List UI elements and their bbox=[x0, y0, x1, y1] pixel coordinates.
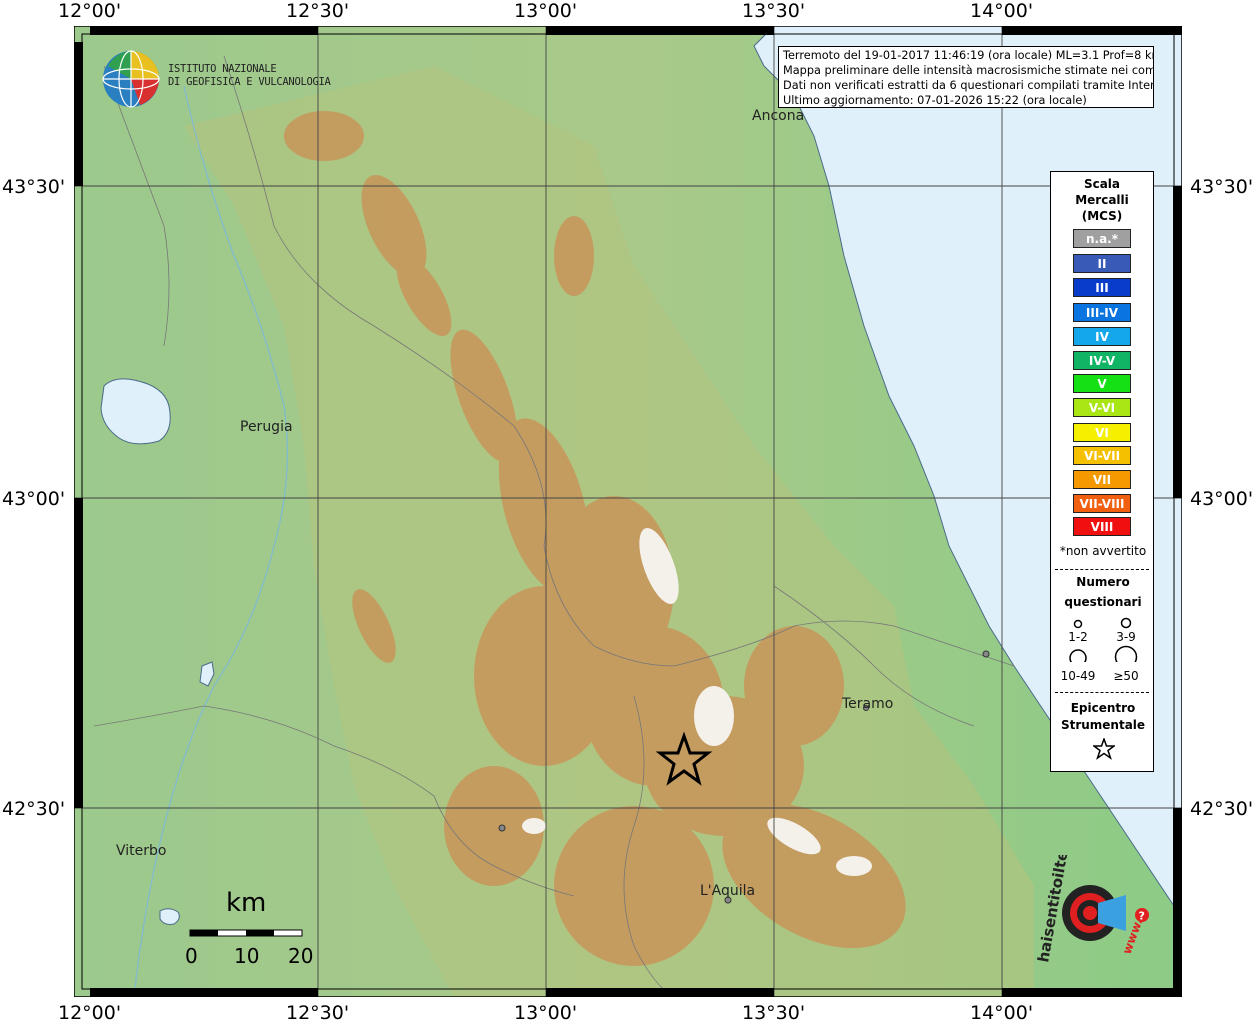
legend-title-2: Mercalli bbox=[1075, 193, 1129, 207]
mcs-scale-item: III bbox=[1073, 278, 1131, 297]
mcs-scale-item: VII bbox=[1073, 470, 1131, 489]
info-line-4: Ultimo aggiornamento: 07-01-2026 15:22 (… bbox=[783, 94, 1087, 107]
ingv-name-line1: ISTITUTO NAZIONALE bbox=[168, 63, 277, 75]
mcs-scale-item: V bbox=[1073, 374, 1131, 393]
lat-label-left-3: 42°30' bbox=[2, 798, 66, 820]
lon-label-bottom-3: 13°00' bbox=[514, 1002, 578, 1024]
legend-separator-1 bbox=[1055, 569, 1149, 570]
mcs-scale-item: II bbox=[1073, 254, 1131, 273]
count-label-50plus: ≥50 bbox=[1113, 669, 1139, 683]
lake-small bbox=[159, 908, 180, 925]
lon-label-top-2: 12°30' bbox=[286, 0, 350, 22]
ingv-globe-logo bbox=[102, 50, 160, 108]
count-label-10-49: 10-49 bbox=[1060, 669, 1096, 683]
scale-tick-20: 20 bbox=[288, 944, 314, 968]
ingv-name-line2: DI GEOFISICA E VULCANOLOGIA bbox=[168, 76, 331, 88]
scale-bar: km 0 10 20 bbox=[185, 888, 316, 968]
city-marker-coast bbox=[982, 650, 990, 658]
count-title-2: questionari bbox=[1064, 595, 1142, 609]
mcs-scale-item: VI-VII bbox=[1073, 446, 1131, 465]
ingv-name: ISTITUTO NAZIONALE DI GEOFISICA E VULCAN… bbox=[168, 63, 331, 89]
legend-title-1: Scala bbox=[1083, 177, 1121, 191]
lat-label-right-1: 43°30' bbox=[1190, 176, 1254, 198]
lon-label-bottom-1: 12°00' bbox=[58, 1002, 122, 1024]
city-label-perugia: Perugia bbox=[240, 419, 293, 435]
epicenter-title-2: Strumentale bbox=[1060, 718, 1146, 732]
info-line-2: Mappa preliminare delle intensità macros… bbox=[783, 64, 1153, 77]
mcs-scale-item: IV bbox=[1073, 327, 1131, 346]
info-line-3: Dati non verificati estratti da 6 questi… bbox=[783, 79, 1153, 92]
count-label-3-9: 3-9 bbox=[1116, 630, 1136, 644]
lon-label-bottom-2: 12°30' bbox=[286, 1002, 350, 1024]
lon-label-top-4: 13°30' bbox=[742, 0, 806, 22]
map-frame[interactable] bbox=[74, 26, 1182, 997]
scale-tick-10: 10 bbox=[234, 944, 260, 968]
mcs-scale-item: VIII bbox=[1073, 517, 1131, 536]
lat-label-right-3: 42°30' bbox=[1190, 798, 1254, 820]
city-label-ancona: Ancona bbox=[752, 108, 805, 124]
lon-label-top-3: 13°00' bbox=[514, 0, 578, 22]
lon-label-bottom-4: 13°30' bbox=[742, 1002, 806, 1024]
legend-title-3: (MCS) bbox=[1081, 209, 1123, 223]
count-circle-xlarge bbox=[1114, 645, 1138, 662]
lat-label-right-2: 43°00' bbox=[1190, 488, 1254, 510]
count-circle-medium bbox=[1120, 617, 1132, 629]
legend-separator-2 bbox=[1055, 692, 1149, 693]
terrain-map[interactable] bbox=[74, 26, 1182, 997]
legend-note: *non avvertito bbox=[1059, 544, 1147, 558]
haisentito-logo[interactable]: haisentitoilterremoto.it www. ? bbox=[1030, 855, 1160, 975]
lat-label-left-2: 43°00' bbox=[2, 488, 66, 510]
city-label-laquila: L'Aquila bbox=[700, 883, 756, 899]
city-label-teramo: Teramo bbox=[842, 696, 894, 712]
scale-bar-graphic bbox=[189, 929, 303, 937]
epicenter-legend-star-icon bbox=[1093, 738, 1115, 760]
earthquake-info-box: Terremoto del 19-01-2017 11:46:19 (ora l… bbox=[778, 46, 1154, 108]
lon-label-top-1: 12°00' bbox=[58, 0, 122, 22]
lon-label-bottom-5: 14°00' bbox=[970, 1002, 1034, 1024]
mcs-scale-item: VII-VIII bbox=[1073, 494, 1131, 513]
mcs-scale-item: III-IV bbox=[1073, 303, 1131, 322]
count-circle-large bbox=[1069, 649, 1087, 662]
epicenter-title-1: Epicentro bbox=[1070, 701, 1136, 715]
scale-tick-0: 0 bbox=[185, 944, 198, 968]
count-title-1: Numero bbox=[1076, 575, 1130, 589]
lat-label-left-1: 43°30' bbox=[2, 176, 66, 198]
city-label-viterbo: Viterbo bbox=[116, 843, 167, 859]
mcs-legend: Scala Mercalli (MCS) n.a.* II III III-IV IV I… bbox=[1050, 171, 1154, 772]
mcs-scale-item: n.a.* bbox=[1073, 229, 1131, 248]
count-circle-small bbox=[1073, 619, 1083, 629]
city-marker-viterbo-area bbox=[498, 824, 506, 832]
info-line-1: Terremoto del 19-01-2017 11:46:19 (ora l… bbox=[783, 49, 1153, 62]
mcs-scale-item: VI bbox=[1073, 423, 1131, 442]
lon-label-top-5: 14°00' bbox=[970, 0, 1034, 22]
scale-unit: km bbox=[226, 888, 267, 918]
svg-text:?: ? bbox=[1139, 910, 1145, 923]
mcs-scale-item: IV-V bbox=[1073, 351, 1131, 370]
mcs-scale-item: V-VI bbox=[1073, 398, 1131, 417]
count-label-1-2: 1-2 bbox=[1068, 630, 1088, 644]
